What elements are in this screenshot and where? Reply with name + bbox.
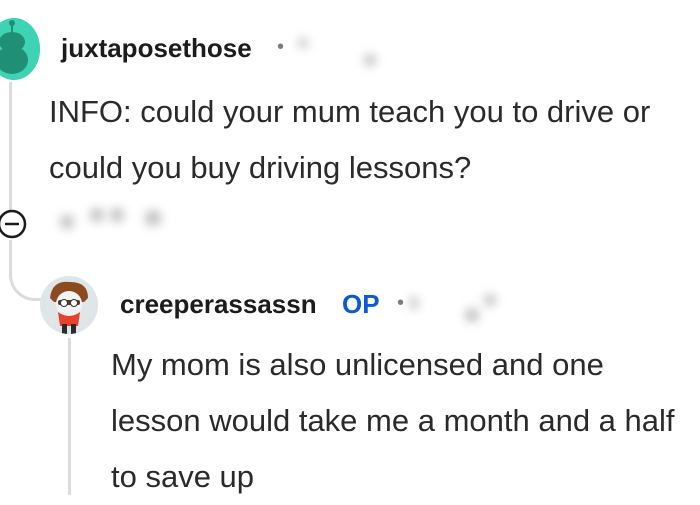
avatar[interactable] <box>40 276 98 334</box>
meta-separator: • <box>277 36 285 58</box>
redacted-meta <box>298 38 308 48</box>
thread-line-curve <box>9 240 46 301</box>
redacted-actions <box>90 208 104 222</box>
avatar[interactable] <box>0 18 40 80</box>
redacted-meta <box>410 296 418 310</box>
redacted-meta <box>465 308 479 322</box>
thread-line <box>9 82 12 210</box>
redacted-meta <box>484 294 496 306</box>
meta-separator: • <box>397 292 405 314</box>
collapse-minus-icon[interactable] <box>0 208 28 240</box>
thread-line-reply <box>68 338 71 495</box>
snoo-avatar-icon <box>0 18 40 80</box>
op-badge: OP <box>342 289 380 319</box>
username[interactable]: creeperassassn <box>120 289 317 320</box>
username[interactable]: juxtaposethose <box>61 33 252 64</box>
user-avatar-icon <box>40 276 98 334</box>
redacted-meta <box>364 54 376 66</box>
redacted-actions <box>110 208 124 222</box>
comment-body: INFO: could your mum teach you to drive … <box>49 94 651 185</box>
redacted-actions <box>60 215 74 229</box>
redacted-actions <box>145 210 161 226</box>
comment-body: My mom is also unlicensed and one lesson… <box>111 347 675 494</box>
